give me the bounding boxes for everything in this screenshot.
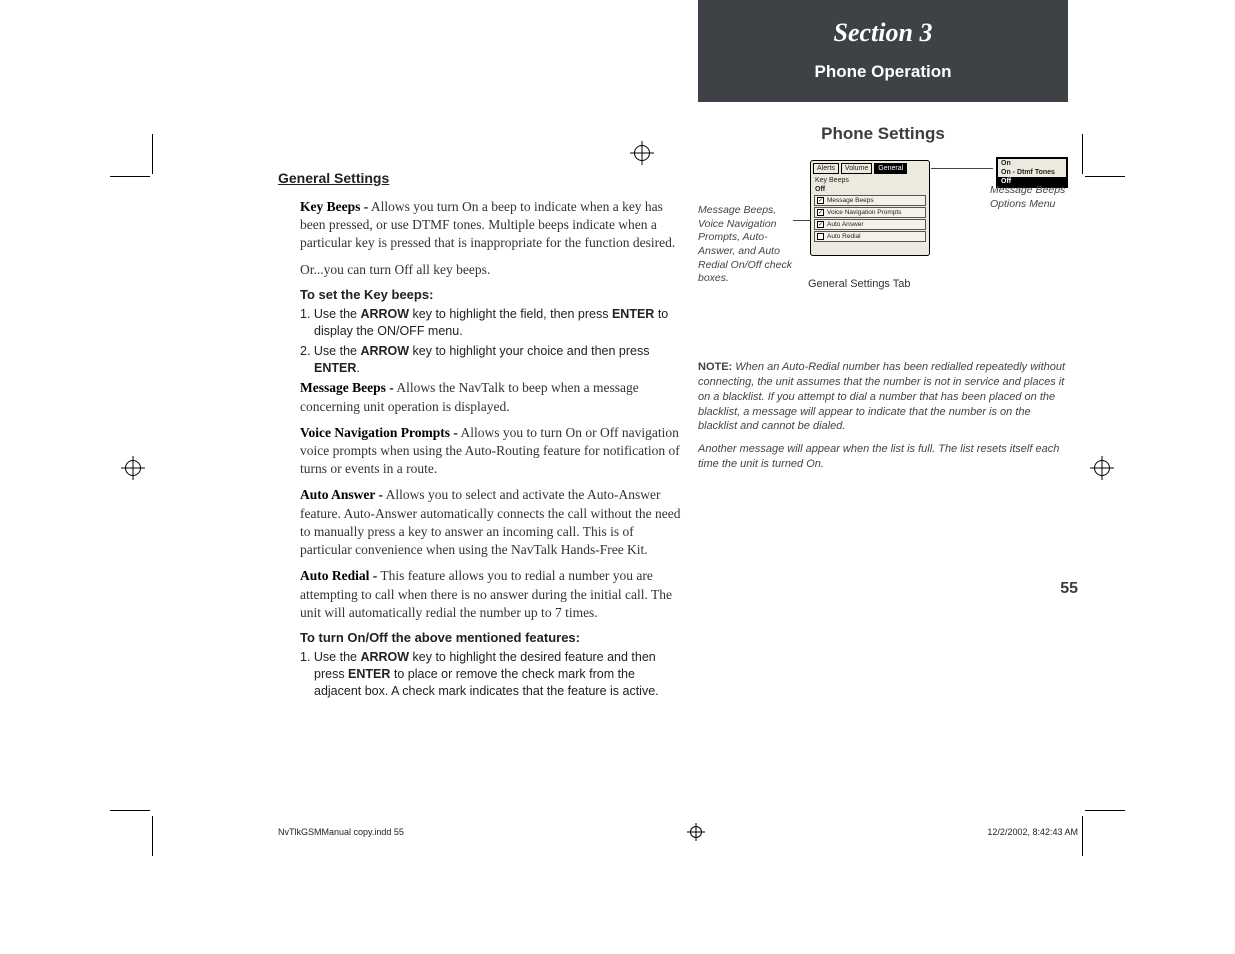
screen-keybeeps-label: Key Beeps <box>811 176 929 185</box>
toggle-features-heading: To turn On/Off the above mentioned featu… <box>300 630 683 645</box>
tab-general[interactable]: General <box>874 163 907 174</box>
option-on[interactable]: On <box>998 159 1066 168</box>
set-key-beeps-heading: To set the Key beeps: <box>300 287 683 302</box>
checkbox-row[interactable]: Auto Redial <box>814 231 926 242</box>
note-lead: NOTE: <box>698 361 732 373</box>
set-key-beeps-step-1: 1. Use the ARROW key to highlight the fi… <box>314 306 683 340</box>
figure-caption-right: Message Beeps Options Menu <box>990 184 1068 211</box>
registration-mark-icon <box>690 826 702 838</box>
checkbox-icon[interactable] <box>817 221 824 228</box>
checkbox-row[interactable]: Auto Answer <box>814 219 926 230</box>
checkbox-label: Auto Redial <box>827 233 861 240</box>
section-banner: Section 3 Phone Operation <box>698 0 1068 102</box>
key-beeps-paragraph: Key Beeps - Allows you turn On a beep to… <box>300 198 683 253</box>
screen-keybeeps-value[interactable]: Off <box>811 185 929 194</box>
auto-redial-paragraph: Auto Redial - This feature allows you to… <box>300 567 683 622</box>
tab-alerts[interactable]: Alerts <box>813 163 839 174</box>
voice-nav-paragraph: Voice Navigation Prompts - Allows you to… <box>300 424 683 479</box>
general-settings-figure: Message Beeps, Voice Navigation Prompts,… <box>698 160 1068 300</box>
checkbox-label: Message Beeps <box>827 197 874 204</box>
checkbox-row[interactable]: Voice Navigation Prompts <box>814 207 926 218</box>
checkbox-label: Voice Navigation Prompts <box>827 209 901 216</box>
note-secondary: Another message will appear when the lis… <box>698 442 1068 472</box>
phone-settings-heading: Phone Settings <box>698 124 1068 144</box>
auto-answer-paragraph: Auto Answer - Allows you to select and a… <box>300 486 683 559</box>
message-beeps-paragraph: Message Beeps - Allows the NavTalk to be… <box>300 379 683 415</box>
set-key-beeps-step-2: 2. Use the ARROW key to highlight your c… <box>314 343 683 377</box>
option-on-dtmf[interactable]: On - Dtmf Tones <box>998 168 1066 177</box>
key-beeps-lead: Key Beeps - <box>300 199 368 214</box>
page-number: 55 <box>1060 580 1078 598</box>
section-title: Phone Operation <box>708 62 1058 82</box>
toggle-features-step-1: 1. Use the ARROW key to highlight the de… <box>314 649 683 700</box>
general-settings-heading: General Settings <box>278 170 683 186</box>
checkbox-icon[interactable] <box>817 209 824 216</box>
checkbox-icon[interactable] <box>817 233 824 240</box>
footer-timestamp: 12/2/2002, 8:42:43 AM <box>987 827 1078 837</box>
figure-caption-bottom: General Settings Tab <box>808 278 911 290</box>
tab-volume[interactable]: Volume <box>841 163 872 174</box>
footer-file: NvTlkGSMManual copy.indd 55 <box>278 827 404 837</box>
checkbox-label: Auto Answer <box>827 221 864 228</box>
checkbox-icon[interactable] <box>817 197 824 204</box>
note-block: NOTE: When an Auto-Redial number has bee… <box>698 360 1068 472</box>
checkbox-row[interactable]: Message Beeps <box>814 195 926 206</box>
figure-caption-left: Message Beeps, Voice Navigation Prompts,… <box>698 204 803 286</box>
device-screen: Alerts Volume General Key Beeps Off Mess… <box>810 160 930 256</box>
print-footer: NvTlkGSMManual copy.indd 55 12/2/2002, 8… <box>278 826 1078 838</box>
section-label: Section 3 <box>708 18 1058 48</box>
key-beeps-or: Or...you can turn Off all key beeps. <box>300 261 683 279</box>
